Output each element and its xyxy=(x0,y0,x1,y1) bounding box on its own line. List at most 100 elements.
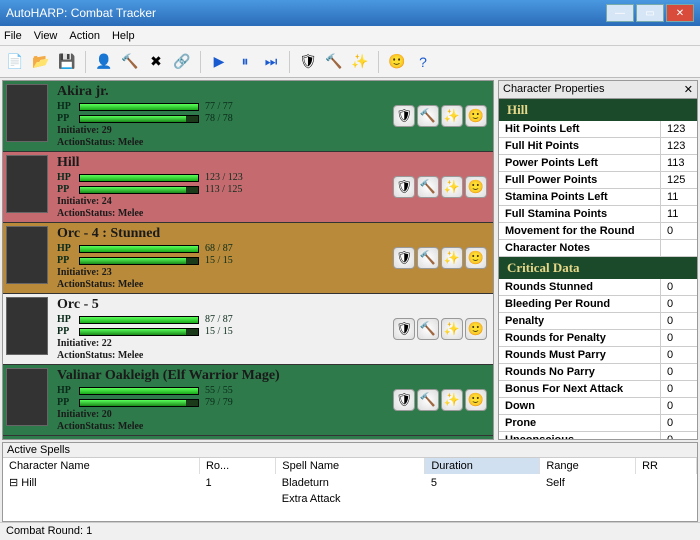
save-icon[interactable]: 💾 xyxy=(56,51,78,73)
property-row[interactable]: Rounds Must Parry0 xyxy=(499,347,697,364)
col-duration[interactable]: Duration xyxy=(425,458,540,474)
property-value[interactable]: 0 xyxy=(661,364,697,380)
step-icon[interactable]: ⏭ xyxy=(260,51,282,73)
col-range[interactable]: Range xyxy=(540,458,636,474)
shield-icon[interactable]: 🛡 xyxy=(393,389,415,411)
shield-icon[interactable]: 🛡 xyxy=(297,51,319,73)
property-value[interactable]: 0 xyxy=(661,223,697,239)
play-icon[interactable]: ▶ xyxy=(208,51,230,73)
property-value[interactable]: 125 xyxy=(661,172,697,188)
combatant-card[interactable]: Valinar Oakleigh (Elf Warrior Mage) HP55… xyxy=(3,365,493,436)
property-value[interactable]: 123 xyxy=(661,121,697,137)
pp-bar xyxy=(79,115,199,123)
properties-body[interactable]: HillHit Points Left123Full Hit Points123… xyxy=(498,99,698,440)
property-row[interactable]: Stamina Points Left11 xyxy=(499,189,697,206)
property-value[interactable]: 11 xyxy=(661,189,697,205)
combatant-card[interactable]: Orc - 5 HP87 / 87 PP15 / 15 Initiative: … xyxy=(3,294,493,365)
property-row[interactable]: Bleeding Per Round0 xyxy=(499,296,697,313)
property-row[interactable]: Penalty0 xyxy=(499,313,697,330)
property-row[interactable]: Movement for the Round0 xyxy=(499,223,697,240)
property-value[interactable]: 0 xyxy=(661,381,697,397)
property-row[interactable]: Rounds for Penalty0 xyxy=(499,330,697,347)
smiley-icon[interactable]: 🙂 xyxy=(386,51,408,73)
spark-icon[interactable]: ✨ xyxy=(441,389,463,411)
open-icon[interactable]: 📂 xyxy=(30,51,52,73)
shield-icon[interactable]: 🛡 xyxy=(393,105,415,127)
menu-view[interactable]: View xyxy=(34,30,58,42)
property-row[interactable]: Full Stamina Points11 xyxy=(499,206,697,223)
combatant-card[interactable]: Hill HP123 / 123 PP113 / 125 Initiative:… xyxy=(3,152,493,223)
property-row[interactable]: Character Notes xyxy=(499,240,697,257)
spark-icon[interactable]: ✨ xyxy=(441,105,463,127)
col-round[interactable]: Ro... xyxy=(199,458,275,474)
property-row[interactable]: Power Points Left113 xyxy=(499,155,697,172)
hammer-icon[interactable]: 🔨 xyxy=(417,105,439,127)
shield-icon[interactable]: 🛡 xyxy=(393,318,415,340)
combatant-card[interactable]: Orc - 4 : Stunned HP68 / 87 PP15 / 15 In… xyxy=(3,223,493,294)
minimize-button[interactable]: — xyxy=(606,4,634,22)
property-value[interactable]: 123 xyxy=(661,138,697,154)
panel-close-icon[interactable]: ✕ xyxy=(684,83,693,96)
menu-file[interactable]: File xyxy=(4,30,22,42)
hammer-icon[interactable]: 🔨 xyxy=(417,389,439,411)
property-row[interactable]: Unconscious0 xyxy=(499,432,697,440)
shield-icon[interactable]: 🛡 xyxy=(393,176,415,198)
property-value[interactable]: 0 xyxy=(661,415,697,431)
property-value[interactable]: 11 xyxy=(661,206,697,222)
property-group[interactable]: Hill xyxy=(499,99,697,121)
smiley-icon[interactable]: 🙂 xyxy=(465,176,487,198)
property-row[interactable]: Full Power Points125 xyxy=(499,172,697,189)
hammer-icon[interactable]: 🔨 xyxy=(417,318,439,340)
link-icon[interactable]: 🔗 xyxy=(171,51,193,73)
remove-char-icon[interactable]: ✖ xyxy=(145,51,167,73)
spark-icon[interactable]: ✨ xyxy=(441,318,463,340)
col-spell[interactable]: Spell Name xyxy=(276,458,425,474)
property-value[interactable]: 0 xyxy=(661,398,697,414)
help-icon[interactable]: ? xyxy=(412,51,434,73)
spells-table[interactable]: Character Name Ro... Spell Name Duration… xyxy=(3,458,697,521)
combatant-card[interactable]: Akira jr. HP77 / 77 PP78 / 78 Initiative… xyxy=(3,81,493,152)
property-row[interactable]: Full Hit Points123 xyxy=(499,138,697,155)
smiley-icon[interactable]: 🙂 xyxy=(465,389,487,411)
property-value[interactable]: 113 xyxy=(661,155,697,171)
smiley-icon[interactable]: 🙂 xyxy=(465,105,487,127)
hammer-icon[interactable]: 🔨 xyxy=(417,247,439,269)
spell-row[interactable]: Extra Attack xyxy=(3,491,697,507)
spark-icon[interactable]: ✨ xyxy=(441,176,463,198)
pause-icon[interactable]: ⏸ xyxy=(234,51,256,73)
property-value[interactable]: 0 xyxy=(661,330,697,346)
property-value[interactable]: 0 xyxy=(661,279,697,295)
col-rr[interactable]: RR xyxy=(636,458,697,474)
smiley-icon[interactable]: 🙂 xyxy=(465,318,487,340)
property-value[interactable]: 0 xyxy=(661,347,697,363)
new-icon[interactable]: 📄 xyxy=(4,51,26,73)
add-monster-icon[interactable]: 🔨 xyxy=(119,51,141,73)
combatant-list[interactable]: Akira jr. HP77 / 77 PP78 / 78 Initiative… xyxy=(2,80,494,440)
hammer-icon[interactable]: 🔨 xyxy=(417,176,439,198)
property-value[interactable] xyxy=(661,240,697,256)
property-value[interactable]: 0 xyxy=(661,296,697,312)
add-char-icon[interactable]: 👤 xyxy=(93,51,115,73)
property-value[interactable]: 0 xyxy=(661,313,697,329)
property-row[interactable]: Prone0 xyxy=(499,415,697,432)
shield-icon[interactable]: 🛡 xyxy=(393,247,415,269)
spell-row[interactable]: ⊟ Hill1Bladeturn5Self xyxy=(3,474,697,491)
property-row[interactable]: Rounds Stunned0 xyxy=(499,279,697,296)
menu-action[interactable]: Action xyxy=(69,30,100,42)
spark-icon[interactable]: ✨ xyxy=(441,247,463,269)
close-button[interactable]: ✕ xyxy=(666,4,694,22)
property-group[interactable]: Critical Data xyxy=(499,257,697,279)
property-row[interactable]: Bonus For Next Attack0 xyxy=(499,381,697,398)
maximize-button[interactable]: ▭ xyxy=(636,4,664,22)
property-row[interactable]: Hit Points Left123 xyxy=(499,121,697,138)
property-value[interactable]: 0 xyxy=(661,432,697,440)
property-row[interactable]: Down0 xyxy=(499,398,697,415)
property-row[interactable]: Rounds No Parry0 xyxy=(499,364,697,381)
hammer-icon[interactable]: 🔨 xyxy=(323,51,345,73)
smiley-icon[interactable]: 🙂 xyxy=(465,247,487,269)
combatant-card[interactable]: Hatlee HP105 / 105 PP 🛡 🔨 ✨ 🙂 xyxy=(3,436,493,440)
property-key: Bleeding Per Round xyxy=(499,296,661,312)
col-char[interactable]: Character Name xyxy=(3,458,199,474)
menu-help[interactable]: Help xyxy=(112,30,135,42)
spark-icon[interactable]: ✨ xyxy=(349,51,371,73)
